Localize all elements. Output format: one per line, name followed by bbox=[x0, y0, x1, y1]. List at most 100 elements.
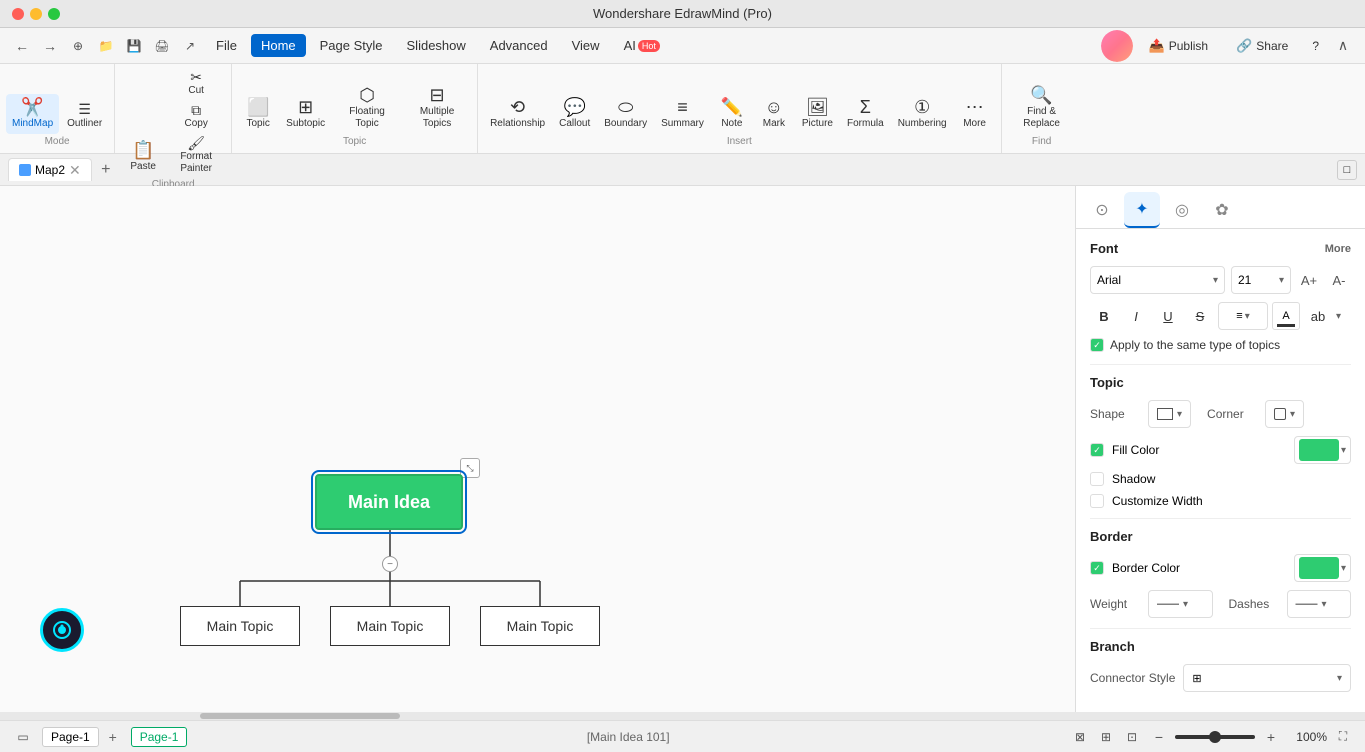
menu-slideshow[interactable]: Slideshow bbox=[397, 34, 476, 57]
user-avatar[interactable] bbox=[1101, 30, 1133, 62]
font-color-button[interactable]: A bbox=[1272, 302, 1300, 330]
callout-button[interactable]: 💬 Callout bbox=[553, 94, 596, 134]
font-decrease-button[interactable]: A- bbox=[1327, 268, 1351, 292]
border-color-checkbox[interactable]: ✓ bbox=[1090, 561, 1104, 575]
topic-box-1[interactable]: Main Topic bbox=[180, 606, 300, 646]
fullscreen-button[interactable]: □ bbox=[1337, 160, 1357, 180]
tab-map2[interactable]: Map2 ✕ bbox=[8, 158, 92, 181]
topic-button[interactable]: ⬜ Topic bbox=[238, 94, 278, 134]
open-file-button[interactable]: 📁 bbox=[94, 34, 118, 58]
collapse-button[interactable]: − bbox=[382, 556, 398, 572]
menu-page-style[interactable]: Page Style bbox=[310, 34, 393, 57]
fit-view-button[interactable]: ⊠ bbox=[1069, 726, 1091, 748]
highlight-dropdown[interactable]: ▾ bbox=[1336, 311, 1341, 322]
menu-advanced[interactable]: Advanced bbox=[480, 34, 558, 57]
border-section-title: Border bbox=[1090, 529, 1351, 544]
hscrollbar[interactable] bbox=[0, 712, 1365, 720]
more-button[interactable]: ⋯ More bbox=[955, 94, 995, 134]
font-more-button[interactable]: More bbox=[1325, 243, 1351, 255]
mark-button[interactable]: ☺ Mark bbox=[754, 94, 794, 134]
corner-select[interactable]: ▾ bbox=[1265, 400, 1304, 428]
copy-button[interactable]: ⧉ Copy bbox=[167, 101, 225, 132]
italic-button[interactable]: I bbox=[1122, 302, 1150, 330]
panel-tab-style[interactable]: ⊙ bbox=[1084, 192, 1120, 228]
panel-tab-settings[interactable]: ✿ bbox=[1204, 192, 1240, 228]
weight-select[interactable]: —— ▾ bbox=[1148, 590, 1213, 618]
font-increase-button[interactable]: A+ bbox=[1297, 268, 1321, 292]
zoom-thumb[interactable] bbox=[1209, 731, 1221, 743]
zoom-slider[interactable] bbox=[1175, 735, 1255, 739]
strikethrough-button[interactable]: S bbox=[1186, 302, 1214, 330]
menu-ai[interactable]: AI Hot bbox=[614, 34, 670, 57]
print-button[interactable]: 🖨 bbox=[150, 34, 174, 58]
find-section: 🔍 Find & Replace Find bbox=[1002, 64, 1082, 153]
summary-button[interactable]: ≡ Summary bbox=[655, 94, 710, 134]
minimize-button[interactable] bbox=[30, 8, 42, 20]
border-color-swatch[interactable]: ▾ bbox=[1294, 554, 1351, 582]
shadow-checkbox[interactable] bbox=[1090, 472, 1104, 486]
fill-color-swatch[interactable]: ▾ bbox=[1294, 436, 1351, 464]
menu-home[interactable]: Home bbox=[251, 34, 306, 57]
export-button[interactable]: ↗ bbox=[178, 34, 202, 58]
app-title: Wondershare EdrawMind (Pro) bbox=[593, 6, 772, 21]
share-button[interactable]: 🔗 Share bbox=[1224, 34, 1300, 58]
font-family-select[interactable]: Arial ▾ bbox=[1090, 266, 1225, 294]
numbering-button[interactable]: ① Numbering bbox=[892, 94, 953, 134]
find-replace-button[interactable]: 🔍 Find & Replace bbox=[1008, 82, 1076, 134]
relationship-button[interactable]: ⟲ Relationship bbox=[484, 94, 551, 134]
paste-button[interactable]: 📋 Paste bbox=[121, 137, 165, 177]
underline-button[interactable]: U bbox=[1154, 302, 1182, 330]
branch-section-title: Branch bbox=[1090, 639, 1351, 654]
paste-icon: 📋 bbox=[132, 141, 154, 159]
shape-select[interactable]: ▾ bbox=[1148, 400, 1191, 428]
resize-handle[interactable]: ⤡ bbox=[460, 458, 480, 478]
hscroll-thumb[interactable] bbox=[200, 713, 400, 719]
nav-forward-button[interactable]: → bbox=[38, 34, 62, 58]
connector-style-select[interactable]: ⊞ ▾ bbox=[1183, 664, 1351, 692]
outliner-button[interactable]: ☰ Outliner bbox=[61, 98, 108, 134]
picture-button[interactable]: 🖼 Picture bbox=[796, 94, 839, 134]
multiple-topics-button[interactable]: ⊟ Multiple Topics bbox=[403, 82, 471, 134]
subtopic-icon: ⊞ bbox=[298, 98, 313, 116]
maximize-button[interactable] bbox=[48, 8, 60, 20]
format-painter-button[interactable]: 🖌 Format Painter bbox=[167, 134, 225, 177]
subtopic-button[interactable]: ⊞ Subtopic bbox=[280, 94, 331, 134]
apply-same-checkbox[interactable]: ✓ bbox=[1090, 338, 1104, 352]
full-page-button[interactable]: ⊡ bbox=[1121, 726, 1143, 748]
toggle-panel-button[interactable]: ▭ bbox=[12, 726, 34, 748]
boundary-button[interactable]: ⬭ Boundary bbox=[598, 94, 653, 134]
align-select[interactable]: ≡ ▾ bbox=[1218, 302, 1268, 330]
main-idea-box[interactable]: Main Idea bbox=[315, 474, 463, 530]
fill-color-checkbox[interactable]: ✓ bbox=[1090, 443, 1104, 457]
new-window-button[interactable]: ⊕ bbox=[66, 34, 90, 58]
publish-button[interactable]: 📤 Publish bbox=[1137, 34, 1221, 58]
dashes-select[interactable]: —— ▾ bbox=[1287, 590, 1352, 618]
menu-view[interactable]: View bbox=[562, 34, 610, 57]
topic-box-3[interactable]: Main Topic bbox=[480, 606, 600, 646]
customize-width-checkbox[interactable] bbox=[1090, 494, 1104, 508]
help-button[interactable]: ? bbox=[1304, 35, 1327, 57]
note-button[interactable]: ✏️ Note bbox=[712, 94, 752, 134]
statusbar: ▭ Page-1 + Page-1 [Main Idea 101] ⊠ ⊞ ⊡ … bbox=[0, 720, 1365, 752]
menu-file[interactable]: File bbox=[206, 34, 247, 57]
grid-view-button[interactable]: ⊞ bbox=[1095, 726, 1117, 748]
nav-back-button[interactable]: ← bbox=[10, 34, 34, 58]
panel-tab-location[interactable]: ◎ bbox=[1164, 192, 1200, 228]
topic-3-text: Main Topic bbox=[507, 618, 574, 634]
bold-button[interactable]: B bbox=[1090, 302, 1118, 330]
tab-map2-close[interactable]: ✕ bbox=[69, 163, 81, 177]
save-file-button[interactable]: 💾 bbox=[122, 34, 146, 58]
font-size-select[interactable]: 21 ▾ bbox=[1231, 266, 1291, 294]
canvas[interactable]: ⤡ Main Idea − Main Topic Main Topic Main… bbox=[0, 186, 1075, 712]
highlight-button[interactable]: ab bbox=[1304, 302, 1332, 330]
formula-button[interactable]: Σ Formula bbox=[841, 94, 890, 134]
cut-button[interactable]: ✂ Cut bbox=[167, 68, 225, 99]
panel-tab-ai[interactable]: ✦ bbox=[1124, 192, 1160, 228]
ai-assistant-button[interactable] bbox=[40, 608, 84, 652]
close-button[interactable] bbox=[12, 8, 24, 20]
tab-add-button[interactable]: + bbox=[94, 158, 118, 182]
topic-box-2[interactable]: Main Topic bbox=[330, 606, 450, 646]
collapse-ribbon-button[interactable]: ∧ bbox=[1331, 34, 1355, 58]
floating-topic-button[interactable]: ⬡ Floating Topic bbox=[333, 82, 401, 134]
mindmap-button[interactable]: ✂️ MindMap bbox=[6, 94, 59, 134]
